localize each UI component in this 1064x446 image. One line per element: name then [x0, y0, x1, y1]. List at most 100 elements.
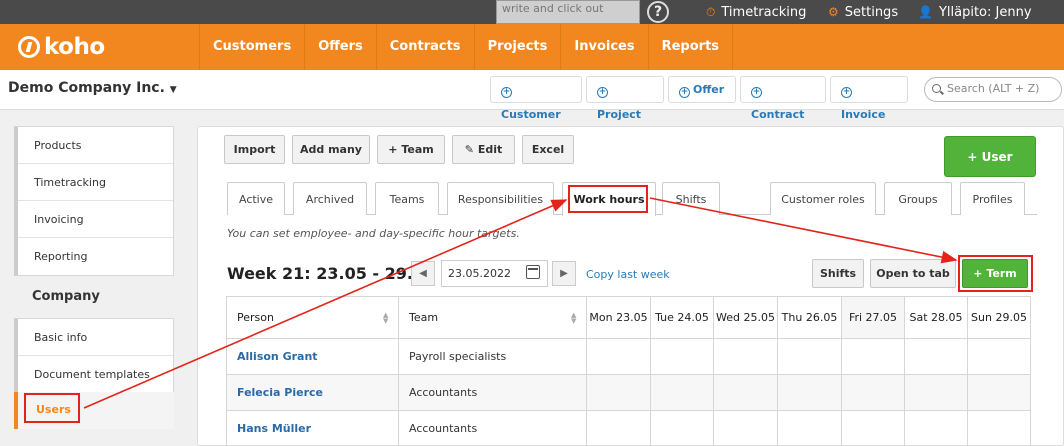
- new-contract-button[interactable]: + Contract: [740, 76, 826, 121]
- table-row: Allison Grant Payroll specialists: [226, 338, 1031, 375]
- prev-week-button[interactable]: ◀: [411, 261, 435, 286]
- import-button[interactable]: Import: [224, 135, 285, 164]
- add-many-button[interactable]: Add many: [292, 135, 370, 164]
- column-header-person[interactable]: Person ▲ ▼: [226, 296, 399, 339]
- hours-cell[interactable]: [841, 410, 905, 446]
- open-to-tab-button[interactable]: Open to tab: [870, 259, 956, 288]
- tab-customer-roles[interactable]: Customer roles: [770, 182, 876, 215]
- week-title: Week 21: 23.05 - 29.05: [227, 264, 436, 283]
- global-search-placeholder: Search (ALT + Z): [947, 82, 1040, 95]
- hours-cell[interactable]: [904, 410, 968, 446]
- hours-cell[interactable]: [841, 338, 905, 375]
- new-offer-button[interactable]: + Offer: [668, 76, 736, 103]
- tab-teams[interactable]: Teams: [375, 182, 439, 215]
- hours-cell[interactable]: [777, 374, 842, 411]
- table-header-row: Person ▲ ▼ Team ▲ ▼ Mon 23.05 Tue 24.05 Wed …: [226, 296, 1031, 339]
- user-icon: 👤: [918, 5, 933, 19]
- hours-cell[interactable]: [650, 374, 714, 411]
- sidebar-item-timetracking[interactable]: Timetracking: [18, 164, 173, 201]
- person-link[interactable]: Felecia Pierce: [226, 374, 399, 411]
- tab-shifts[interactable]: Shifts: [662, 182, 720, 215]
- add-team-button[interactable]: + Team: [377, 135, 445, 164]
- settings-link[interactable]: ⚙ Settings: [828, 0, 898, 24]
- plus-circle-icon: +: [841, 87, 852, 98]
- sidebar-settings-group: Products Timetracking Invoicing Reportin…: [14, 126, 174, 276]
- tab-profiles[interactable]: Profiles: [960, 182, 1025, 215]
- hours-cell[interactable]: [967, 338, 1031, 375]
- tab-active[interactable]: Active: [227, 182, 285, 215]
- new-invoice-button[interactable]: + Invoice: [830, 76, 908, 121]
- company-selector[interactable]: Demo Company Inc. ▼: [8, 80, 177, 96]
- company-name: Demo Company Inc.: [8, 80, 165, 96]
- hours-cell[interactable]: [586, 338, 651, 375]
- column-header-sat: Sat 28.05: [904, 296, 968, 339]
- highlight-users: [24, 393, 80, 423]
- week-date-value: 23.05.2022: [448, 267, 511, 280]
- sort-icon: ▲ ▼: [571, 311, 577, 325]
- sidebar-heading-company: Company: [32, 289, 100, 304]
- timetracking-label: Timetracking: [721, 5, 807, 20]
- logo-icon: [18, 36, 40, 58]
- excel-button[interactable]: Excel: [522, 135, 574, 164]
- nav-invoices[interactable]: Invoices: [561, 24, 649, 70]
- hours-cell[interactable]: [713, 338, 778, 375]
- global-search-input[interactable]: Search (ALT + Z): [924, 77, 1062, 102]
- new-project-button[interactable]: + Project: [586, 76, 664, 121]
- hours-cell[interactable]: [777, 410, 842, 446]
- sidebar-item-reporting[interactable]: Reporting: [18, 238, 173, 275]
- hours-cell[interactable]: [713, 374, 778, 411]
- plus-circle-icon: +: [597, 87, 608, 98]
- sidebar-item-products[interactable]: Products: [18, 127, 173, 164]
- hours-cell[interactable]: [713, 410, 778, 446]
- column-header-tue: Tue 24.05: [650, 296, 714, 339]
- chevron-right-icon: ▶: [560, 268, 568, 279]
- stopwatch-icon: ⏱: [706, 5, 716, 19]
- tab-responsibilities[interactable]: Responsibilities: [447, 182, 554, 215]
- table-row: Hans Müller Accountants: [226, 410, 1031, 446]
- edit-button[interactable]: ✎ Edit: [452, 135, 515, 164]
- shifts-button[interactable]: Shifts: [812, 259, 864, 288]
- caret-down-icon: ▼: [169, 85, 177, 95]
- main-nav: Customers Offers Contracts Projects Invo…: [199, 24, 734, 70]
- hours-cell[interactable]: [650, 338, 714, 375]
- add-user-button[interactable]: + User: [944, 136, 1036, 177]
- tab-archived[interactable]: Archived: [293, 182, 367, 215]
- sidebar-item-basic-info[interactable]: Basic info: [18, 319, 173, 356]
- hours-cell[interactable]: [967, 410, 1031, 446]
- hours-cell[interactable]: [650, 410, 714, 446]
- hours-cell[interactable]: [967, 374, 1031, 411]
- chevron-left-icon: ◀: [419, 268, 427, 279]
- hours-cell[interactable]: [586, 410, 651, 446]
- calendar-icon[interactable]: [526, 265, 540, 279]
- user-menu[interactable]: 👤Ylläpito: Jenny Berg: [918, 0, 1064, 44]
- tab-groups[interactable]: Groups: [884, 182, 952, 215]
- hours-cell[interactable]: [586, 374, 651, 411]
- nav-customers[interactable]: Customers: [200, 24, 306, 70]
- person-link[interactable]: Hans Müller: [226, 410, 399, 446]
- nav-projects[interactable]: Projects: [475, 24, 562, 70]
- quick-search-input[interactable]: write and click out: [496, 0, 640, 24]
- help-icon[interactable]: ?: [647, 1, 669, 23]
- sidebar-item-document-templates[interactable]: Document templates: [18, 356, 173, 393]
- hours-cell[interactable]: [904, 338, 968, 375]
- nav-offers[interactable]: Offers: [305, 24, 377, 70]
- hours-cell[interactable]: [904, 374, 968, 411]
- copy-last-week-link[interactable]: Copy last week: [586, 268, 670, 281]
- edit-icon: ✎: [464, 143, 478, 156]
- column-header-team[interactable]: Team ▲ ▼: [398, 296, 587, 339]
- column-header-mon: Mon 23.05: [586, 296, 651, 339]
- column-header-label: Person: [237, 311, 274, 324]
- new-customer-label: Customer: [501, 108, 561, 121]
- sort-icon: ▲ ▼: [383, 311, 389, 325]
- sidebar-item-invoicing[interactable]: Invoicing: [18, 201, 173, 238]
- hours-cell[interactable]: [841, 374, 905, 411]
- highlight-work-hours: [568, 185, 648, 213]
- hours-cell[interactable]: [777, 338, 842, 375]
- person-link[interactable]: Allison Grant: [226, 338, 399, 375]
- koho-logo[interactable]: koho: [18, 33, 105, 61]
- nav-contracts[interactable]: Contracts: [377, 24, 475, 70]
- new-customer-button[interactable]: + Customer: [490, 76, 582, 121]
- next-week-button[interactable]: ▶: [552, 261, 576, 286]
- nav-reports[interactable]: Reports: [649, 24, 734, 70]
- timetracking-link[interactable]: ⏱ Timetracking: [706, 0, 806, 24]
